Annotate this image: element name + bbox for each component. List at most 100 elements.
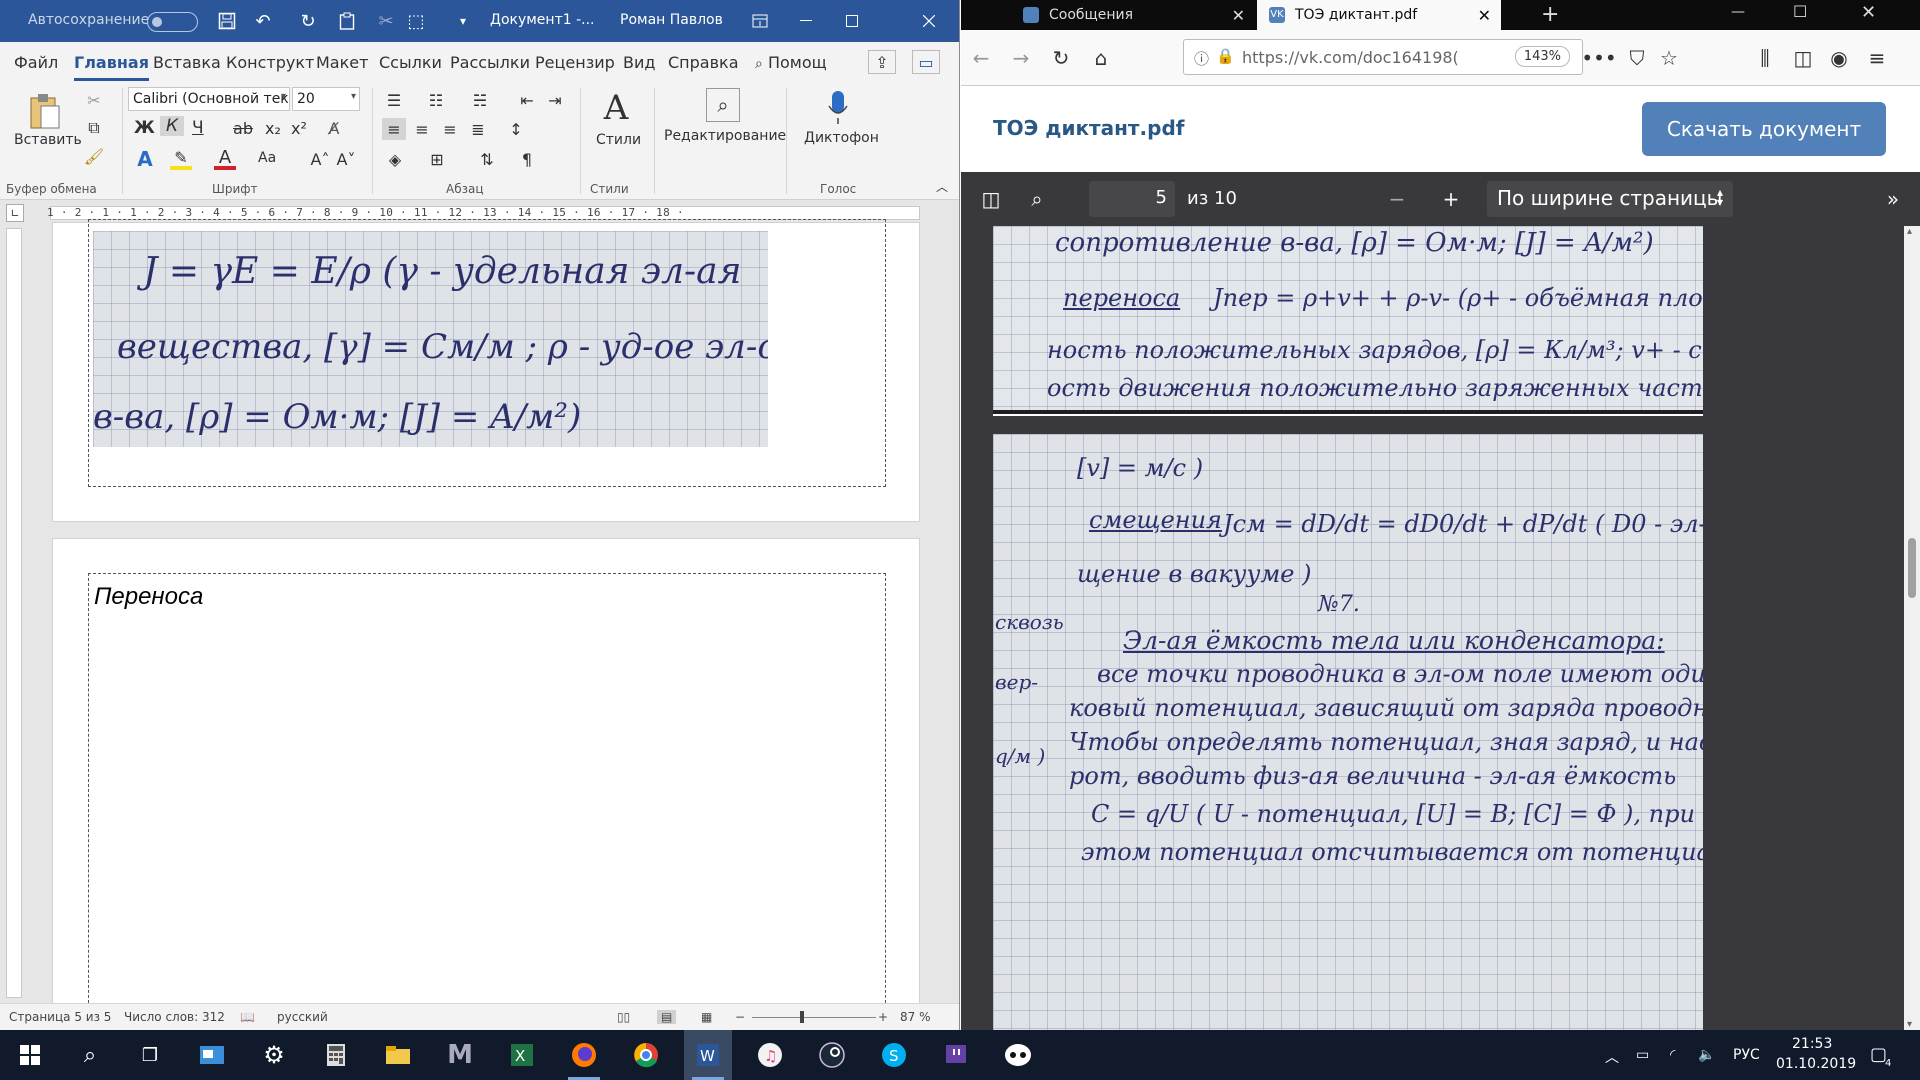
font-size-select[interactable]: 20 [292, 87, 360, 111]
editing-button[interactable]: Редактирование [664, 128, 786, 144]
increase-indent-icon[interactable]: ⇥ [544, 90, 566, 110]
zoom-out-icon[interactable]: − [735, 1010, 745, 1024]
paste-button[interactable]: Вставить [14, 132, 82, 148]
app-m-icon[interactable]: M [436, 1030, 484, 1080]
input-language[interactable]: РУС [1733, 1047, 1760, 1063]
document-text[interactable]: Переноса [94, 583, 203, 611]
tell-me-box[interactable]: ⌕ Помощ [755, 53, 827, 72]
search-icon[interactable]: ⌕ [1025, 187, 1049, 211]
pasted-notebook-image[interactable]: J = γE = E/ρ (γ - удельная эл-ая веществ… [93, 231, 768, 447]
highlight-icon[interactable]: ✎ [170, 148, 192, 170]
control-panel-icon[interactable] [188, 1030, 236, 1080]
change-case-button[interactable]: Aa [258, 150, 276, 166]
scrollbar-thumb[interactable] [1908, 538, 1916, 598]
paste-icon[interactable] [26, 90, 64, 134]
styles-icon[interactable]: A [596, 88, 636, 128]
customize-qat-icon[interactable]: ▾ [452, 10, 474, 32]
multilevel-list-icon[interactable]: ☵ [468, 90, 492, 110]
url-bar[interactable]: ⓘ 🔒 https://vk.com/doc164198( 143% [1183, 39, 1583, 75]
word-icon[interactable]: W [684, 1030, 732, 1080]
tab-help[interactable]: Справка [668, 53, 739, 72]
strikethrough-icon[interactable]: ab [232, 118, 254, 138]
browser-tab-active[interactable]: VK ТОЭ диктант.pdf ✕ [1257, 0, 1501, 30]
line-spacing-icon[interactable]: ↕ [504, 118, 528, 140]
read-mode-icon[interactable]: ▯▯ [617, 1010, 630, 1024]
copy-icon[interactable]: ⧉ [84, 118, 104, 138]
font-color-icon[interactable]: A [214, 147, 236, 170]
account-icon[interactable]: ◉ [1827, 46, 1851, 70]
forward-icon[interactable]: → [1009, 46, 1033, 70]
battery-icon[interactable]: ▭ [1636, 1047, 1649, 1063]
vertical-ruler[interactable] [6, 228, 22, 998]
zoom-badge[interactable]: 143% [1514, 46, 1570, 67]
library-icon[interactable]: ⫼ [1753, 46, 1777, 70]
ribbon-display-icon[interactable] [749, 10, 771, 32]
clear-formatting-icon[interactable]: A̸ [322, 118, 346, 138]
font-name-select[interactable]: Calibri (Основной тек [128, 87, 290, 111]
styles-button[interactable]: Стили [596, 132, 641, 148]
app-ghost-icon[interactable] [994, 1030, 1042, 1080]
tab-review[interactable]: Рецензир [535, 53, 615, 72]
new-tab-icon[interactable]: + [1541, 2, 1559, 27]
close-button[interactable]: ✕ [1861, 2, 1876, 23]
zoom-out-icon[interactable]: − [1385, 187, 1409, 211]
bold-button[interactable]: Ж [134, 118, 155, 138]
zoom-in-icon[interactable]: + [878, 1010, 888, 1024]
decrease-indent-icon[interactable]: ⇤ [516, 90, 538, 110]
text-effects-icon[interactable]: A [134, 147, 156, 171]
file-explorer-icon[interactable] [374, 1030, 422, 1080]
steam-icon[interactable] [808, 1030, 856, 1080]
close-tab-icon[interactable]: ✕ [1232, 6, 1245, 25]
tab-insert[interactable]: Вставка [153, 53, 221, 72]
underline-button[interactable]: Ч [192, 118, 204, 138]
download-button[interactable]: Скачать документ [1642, 102, 1886, 156]
url-text[interactable]: https://vk.com/doc164198( [1242, 48, 1459, 67]
cut-icon[interactable]: ✂ [84, 90, 104, 110]
comments-icon[interactable]: ▭ [912, 50, 940, 74]
maximize-button[interactable]: ☐ [1793, 2, 1807, 21]
proofing-icon[interactable]: 📖 [240, 1010, 255, 1024]
scroll-up-icon[interactable]: ▴ [1907, 226, 1912, 237]
toggle-sidebar-icon[interactable]: ◫ [979, 187, 1003, 211]
print-layout-icon[interactable]: ▤ [657, 1010, 677, 1024]
itunes-icon[interactable]: ♫ [746, 1030, 794, 1080]
bullets-icon[interactable]: ☰ [382, 90, 406, 110]
sidebar-icon[interactable]: ◫ [1791, 46, 1815, 70]
tools-icon[interactable]: » [1881, 187, 1905, 211]
format-painter-icon[interactable]: 🖌 [84, 146, 104, 166]
italic-button[interactable]: К [160, 116, 185, 136]
sort-icon[interactable]: ⇅ [476, 148, 498, 170]
volume-icon[interactable]: 🔈 [1698, 1047, 1715, 1063]
tab-mailings[interactable]: Рассылки [450, 53, 530, 72]
tab-home[interactable]: Главная [74, 53, 149, 81]
twitch-icon[interactable] [932, 1030, 980, 1080]
cut-icon[interactable]: ✂ [375, 10, 397, 32]
zoom-select[interactable]: По ширине страницы ▴ ▾ [1487, 181, 1733, 217]
grow-font-icon[interactable]: A˄ [310, 148, 330, 170]
language-indicator[interactable]: русский [277, 1010, 328, 1024]
borders-icon[interactable]: ⊞ [426, 148, 448, 170]
info-icon[interactable]: ⓘ [1194, 48, 1209, 69]
shrink-font-icon[interactable]: A˅ [336, 148, 356, 170]
user-name[interactable]: Роман Павлов [620, 12, 723, 28]
pocket-icon[interactable]: ⛉ [1625, 46, 1649, 70]
start-button[interactable] [6, 1030, 54, 1080]
clock-time[interactable]: 21:53 [1792, 1036, 1832, 1052]
scroll-down-icon[interactable]: ▾ [1907, 1019, 1912, 1030]
search-icon[interactable]: ⌕ [66, 1030, 114, 1080]
home-icon[interactable]: ⌂ [1089, 46, 1113, 70]
superscript-icon[interactable]: x² [288, 118, 310, 138]
close-button[interactable] [906, 0, 952, 42]
select-icon[interactable]: ⬚ [405, 10, 427, 32]
calculator-icon[interactable] [312, 1030, 360, 1080]
align-center-icon[interactable]: ≡ [410, 118, 434, 140]
lock-icon[interactable]: 🔒 [1216, 47, 1235, 65]
tab-design[interactable]: Конструкт [226, 53, 314, 72]
wifi-icon[interactable]: ◜ [1670, 1047, 1675, 1063]
clipboard-icon[interactable] [336, 10, 358, 32]
tab-layout[interactable]: Макет [316, 53, 368, 72]
microphone-icon[interactable] [824, 88, 852, 128]
task-view-icon[interactable]: ❐ [126, 1030, 174, 1080]
vertical-scrollbar[interactable]: ▴ ▾ [1904, 226, 1920, 1030]
menu-icon[interactable]: ≡ [1865, 46, 1889, 70]
